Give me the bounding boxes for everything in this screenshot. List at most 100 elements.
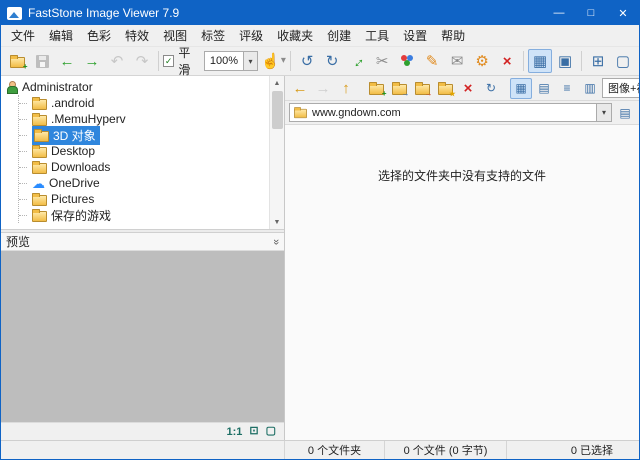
hand-icon: ☝ <box>261 54 280 69</box>
file-browser-area[interactable]: 选择的文件夹中没有支持的文件 <box>285 125 639 440</box>
menu-create[interactable]: 创建 <box>320 25 358 46</box>
crop-icon: ✂ <box>376 54 389 69</box>
tree-item-onedrive[interactable]: ☁ OneDrive <box>19 175 268 191</box>
tree-item-downloads[interactable]: Downloads <box>19 159 268 175</box>
back-button[interactable]: ← <box>55 49 79 73</box>
zoom-dropdown-icon[interactable]: ▾ <box>243 52 257 70</box>
delete-file-button[interactable]: × <box>457 78 479 99</box>
preview-panel: 预览 » 1:1 ⊡ ▢ <box>1 233 284 440</box>
rotate-left-icon: ↺ <box>301 54 314 69</box>
settings-button[interactable]: ⚙ <box>470 49 494 73</box>
forward-button[interactable]: → <box>80 49 104 73</box>
tree-item-3d-objects[interactable]: 3D 对象 <box>19 127 268 143</box>
address-combobox[interactable]: www.gndown.com ▾ <box>289 103 612 122</box>
copy-to-folder-button[interactable] <box>388 78 410 99</box>
up-folder-button[interactable]: ↑ <box>335 78 357 99</box>
menu-tag[interactable]: 标签 <box>194 25 232 46</box>
tree-item-label: 保存的游戏 <box>51 207 111 224</box>
menu-rating[interactable]: 评级 <box>232 25 270 46</box>
address-bar: www.gndown.com ▾ ▤ <box>285 101 639 125</box>
tree-scrollbar[interactable]: ▲ ▼ <box>269 76 284 229</box>
move-to-folder-button[interactable] <box>411 78 433 99</box>
grid-layout-icon: ▦ <box>533 54 547 69</box>
undo-button[interactable]: ↶ <box>105 49 129 73</box>
tree-item-label: OneDrive <box>49 176 100 190</box>
crop-button[interactable]: ✂ <box>370 49 394 73</box>
menu-settings[interactable]: 设置 <box>396 25 434 46</box>
maximize-button[interactable]: □ <box>575 1 607 25</box>
refresh-button[interactable]: ↻ <box>480 78 502 99</box>
menu-colors[interactable]: 色彩 <box>80 25 118 46</box>
save-icon <box>36 55 49 68</box>
favorites-button[interactable] <box>434 78 456 99</box>
rotate-left-button[interactable]: ↺ <box>295 49 319 73</box>
tree-item-android[interactable]: .android <box>19 95 268 111</box>
menu-view[interactable]: 视图 <box>156 25 194 46</box>
minimize-button[interactable]: — <box>543 1 575 25</box>
list-view-icon: ▥ <box>584 82 595 94</box>
adjust-colors-button[interactable] <box>395 49 419 73</box>
smooth-checkbox[interactable]: ✓ <box>163 55 174 67</box>
close-button[interactable]: ✕ <box>607 1 639 25</box>
view-thumbnails-button[interactable]: ▦ <box>510 78 532 99</box>
layout-viewer-button[interactable]: ▣ <box>553 49 577 73</box>
menu-tools[interactable]: 工具 <box>358 25 396 46</box>
address-dropdown-icon[interactable]: ▾ <box>596 104 611 121</box>
menu-file[interactable]: 文件 <box>4 25 42 46</box>
favorites-folder-icon <box>438 84 453 95</box>
email-button[interactable]: ✉ <box>445 49 469 73</box>
menu-edit[interactable]: 编辑 <box>42 25 80 46</box>
menu-help[interactable]: 帮助 <box>434 25 472 46</box>
fullscreen-button[interactable]: ▢ <box>611 49 635 73</box>
nav-forward-button[interactable]: → <box>312 78 334 99</box>
scrollbar-thumb[interactable] <box>272 91 283 129</box>
tree-item-label: .android <box>51 96 94 110</box>
resize-button[interactable]: ↔ <box>345 49 369 73</box>
tree-item-desktop[interactable]: Desktop <box>19 143 268 159</box>
tree-item-pictures[interactable]: Pictures <box>19 191 268 207</box>
panel-toggle-button[interactable]: ▤ <box>615 101 635 125</box>
save-button[interactable] <box>30 49 54 73</box>
redo-icon: ↷ <box>136 54 149 69</box>
zoom-combobox[interactable]: 100% ▾ <box>204 51 258 71</box>
tree-item-label: Pictures <box>51 192 94 206</box>
mail-icon: ✉ <box>451 54 464 69</box>
new-folder-button[interactable] <box>365 78 387 99</box>
check-icon: ✓ <box>165 57 173 66</box>
view-details-button[interactable]: ≡ <box>556 78 578 99</box>
rotate-right-button[interactable]: ↻ <box>320 49 344 73</box>
up-icon: ↑ <box>342 81 350 96</box>
compare-button[interactable]: ⊞ <box>586 49 610 73</box>
draw-button[interactable]: ✎ <box>420 49 444 73</box>
smooth-label: 平滑 <box>178 44 201 78</box>
zoom-fit-icon[interactable]: ⊡ <box>249 426 258 437</box>
nav-back-button[interactable]: ← <box>289 78 311 99</box>
folder-icon <box>32 115 47 126</box>
file-filter-combobox[interactable]: 图像+视频 ▾ <box>602 78 640 98</box>
tree-item-root[interactable]: Administrator <box>5 79 268 95</box>
back-icon: ← <box>60 54 75 69</box>
layout-browser-button[interactable]: ▦ <box>528 49 552 73</box>
app-window: FastStone Image Viewer 7.9 — □ ✕ 文件 编辑 色… <box>0 0 640 460</box>
preview-statusbar: 1:1 ⊡ ▢ <box>1 422 284 440</box>
tree-item-saved-games[interactable]: 保存的游戏 <box>19 207 268 223</box>
menu-favorites[interactable]: 收藏夹 <box>270 25 320 46</box>
view-list-button[interactable]: ▥ <box>579 78 601 99</box>
view-filmstrip-button[interactable]: ▤ <box>533 78 555 99</box>
scroll-up-icon[interactable]: ▲ <box>270 76 285 90</box>
folder-icon <box>32 99 47 110</box>
statusbar: 0 个文件夹 0 个文件 (0 字节) 0 已选择 <box>1 440 639 459</box>
hand-tool-button[interactable]: ☝ ▾ <box>261 49 286 73</box>
scroll-down-icon[interactable]: ▼ <box>270 215 285 229</box>
redo-button[interactable]: ↷ <box>130 49 154 73</box>
delete-button[interactable]: × <box>495 49 519 73</box>
empty-folder-message: 选择的文件夹中没有支持的文件 <box>378 169 546 183</box>
open-folder-icon <box>10 57 25 68</box>
menu-effects[interactable]: 特效 <box>118 25 156 46</box>
zoom-fullscreen-icon[interactable]: ▢ <box>266 426 276 437</box>
status-file-count: 0 个文件 (0 字节) <box>385 441 507 459</box>
address-value[interactable]: www.gndown.com <box>312 107 592 119</box>
browse-folder-button[interactable] <box>5 49 29 73</box>
details-view-icon: ≡ <box>563 82 570 94</box>
collapse-chevron-icon[interactable]: » <box>270 238 282 244</box>
